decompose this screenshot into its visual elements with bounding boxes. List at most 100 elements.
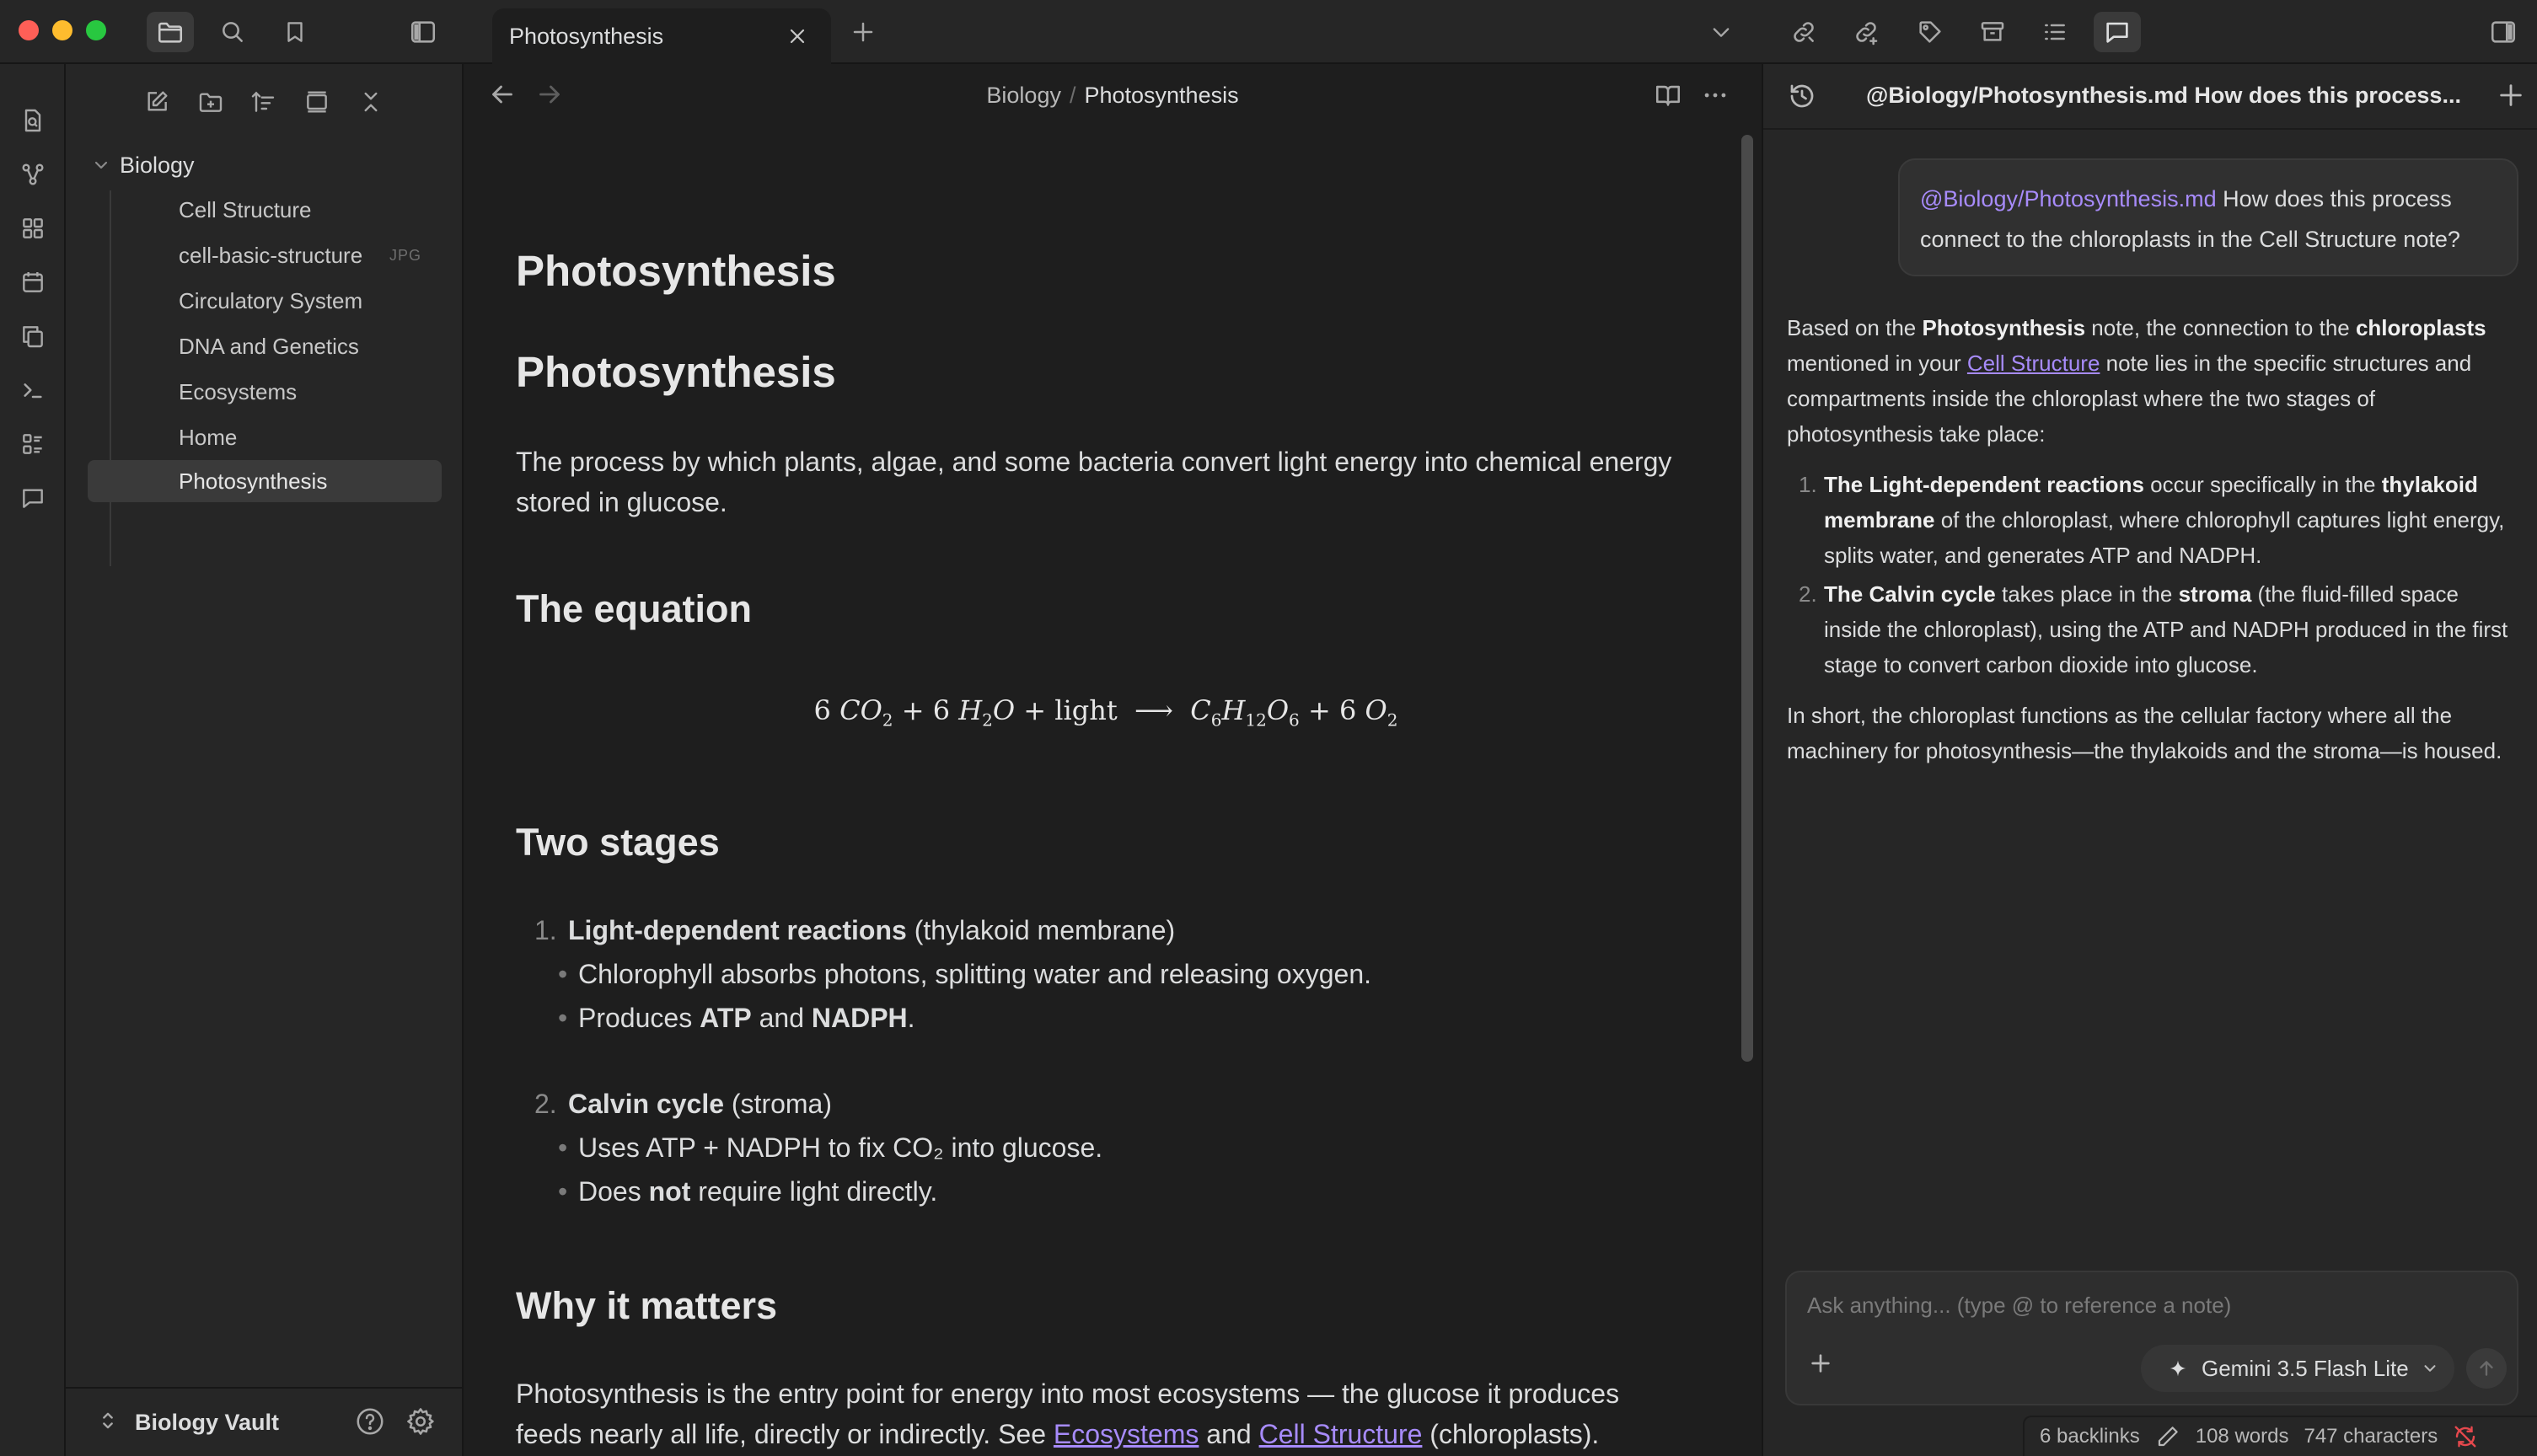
attach-button[interactable]	[1807, 1350, 1834, 1377]
chat-title: @Biology/Photosynthesis.md How does this…	[1866, 83, 2461, 108]
tab-list-dropdown[interactable]	[1698, 12, 1745, 52]
list-number: 1.	[534, 915, 557, 945]
editing-mode-button[interactable]	[2155, 1424, 2180, 1449]
maximize-window-button[interactable]	[86, 20, 106, 40]
help-button[interactable]	[354, 1405, 386, 1437]
file-name: cell-basic-structure	[179, 242, 363, 268]
pencil-icon	[2155, 1424, 2180, 1449]
plus-icon	[850, 19, 876, 45]
folder-icon	[156, 18, 185, 46]
file-item-dna-and-genetics[interactable]: DNA and Genetics	[88, 325, 442, 367]
file-item-cell-basic-structure[interactable]: cell-basic-structure JPG	[88, 234, 442, 276]
new-note-button[interactable]	[135, 81, 179, 123]
settings-button[interactable]	[405, 1405, 437, 1437]
backlinks-panel-button[interactable]	[1780, 12, 1827, 52]
outline-button[interactable]	[2031, 12, 2078, 52]
heading-two-stages: Two stages	[516, 821, 720, 864]
chevron-down-icon	[1709, 20, 1733, 44]
vault-name[interactable]: Biology Vault	[135, 1410, 279, 1436]
terminal-icon	[19, 377, 46, 404]
more-options-button[interactable]	[1701, 81, 1730, 110]
bookmarks-button[interactable]	[271, 12, 319, 52]
editor-scrollbar[interactable]	[1741, 135, 1753, 1062]
chat-panel: @Biology/Photosynthesis.md How does this…	[1762, 64, 2537, 1456]
file-item-home[interactable]: Home	[88, 416, 442, 458]
new-chat-button[interactable]	[2497, 81, 2525, 110]
tab-photosynthesis[interactable]: Photosynthesis	[492, 8, 831, 64]
collapse-panel-icon	[303, 88, 330, 115]
left-sidebar-toggle[interactable]	[400, 12, 447, 52]
file-item-photosynthesis[interactable]: Photosynthesis	[88, 460, 442, 502]
sort-icon	[249, 88, 276, 115]
close-window-button[interactable]	[19, 20, 39, 40]
close-icon	[787, 26, 807, 46]
minimize-window-button[interactable]	[52, 20, 72, 40]
ribbon-bases[interactable]	[12, 423, 54, 465]
new-tab-button[interactable]	[839, 12, 887, 52]
arrow-up-icon	[2475, 1357, 2497, 1379]
file-type-badge: JPG	[389, 246, 421, 264]
answer-paragraph: Based on the Photosynthesis note, the co…	[1787, 315, 2486, 447]
matters-paragraph: Photosynthesis is the entry point for en…	[516, 1378, 1620, 1449]
file-name: Ecosystems	[179, 378, 298, 404]
new-folder-button[interactable]	[189, 81, 233, 123]
edit-icon	[143, 88, 170, 115]
ribbon	[0, 64, 66, 1456]
title-bar: Photosynthesis	[0, 0, 2537, 64]
outgoing-links-button[interactable]	[1842, 12, 1890, 52]
file-explorer-toggle[interactable]	[147, 12, 194, 52]
reading-view-button[interactable]	[1654, 81, 1682, 110]
backlinks-count[interactable]: 6 backlinks	[2040, 1425, 2140, 1448]
file-item-ecosystems[interactable]: Ecosystems	[88, 371, 442, 413]
file-name: DNA and Genetics	[179, 333, 359, 359]
ribbon-graph-view[interactable]	[12, 153, 54, 195]
collapse-all-button[interactable]	[349, 81, 393, 123]
internal-link-ecosystems[interactable]: Ecosystems	[1054, 1419, 1199, 1449]
model-selector[interactable]: Gemini 3.5 Flash Lite	[2141, 1345, 2454, 1392]
search-button[interactable]	[209, 12, 256, 52]
word-count: 108 words	[2195, 1425, 2289, 1448]
breadcrumb-folder[interactable]: Biology	[986, 83, 1061, 108]
sync-status-button[interactable]	[2453, 1424, 2478, 1449]
chat-input-placeholder[interactable]: Ask anything... (type @ to reference a n…	[1807, 1293, 2231, 1319]
user-message: @Biology/Photosynthesis.md How does this…	[1898, 158, 2518, 276]
inline-title[interactable]: Photosynthesis	[516, 246, 836, 296]
sort-order-button[interactable]	[241, 81, 285, 123]
file-item-cell-structure[interactable]: Cell Structure	[88, 189, 442, 231]
tab-close-button[interactable]	[780, 19, 814, 53]
chevron-down-icon	[2421, 1359, 2439, 1378]
file-name: Cell Structure	[179, 196, 312, 222]
ribbon-daily-note[interactable]	[12, 261, 54, 303]
editor-header: Biology / Photosynthesis	[464, 64, 1762, 128]
heading-1: Photosynthesis	[516, 348, 836, 396]
archive-button[interactable]	[1969, 12, 2016, 52]
ribbon-templates[interactable]	[12, 315, 54, 357]
chat-input-box[interactable]: Ask anything... (type @ to reference a n…	[1785, 1271, 2518, 1405]
ribbon-open-quick-switcher[interactable]	[12, 99, 54, 142]
tags-button[interactable]	[1907, 12, 1954, 52]
list-item: Does not require light directly.	[578, 1176, 938, 1207]
auto-reveal-button[interactable]	[295, 81, 339, 123]
chevrons-up-down-icon	[96, 1407, 120, 1434]
copy-icon	[19, 323, 46, 350]
bullet-marker: •	[558, 1132, 568, 1163]
send-button[interactable]	[2466, 1348, 2507, 1389]
right-sidebar-toggle[interactable]	[2480, 12, 2527, 52]
internal-link-cell-structure[interactable]: Cell Structure	[1967, 351, 2100, 376]
note-mention[interactable]: @Biology/Photosynthesis.md	[1920, 186, 2217, 211]
chat-panel-button[interactable]	[2094, 12, 2141, 52]
ribbon-canvas[interactable]	[12, 207, 54, 249]
gear-icon	[405, 1405, 437, 1437]
stage-1-title: Light-dependent reactions (thylakoid mem…	[568, 915, 1176, 945]
internal-link-cell-structure[interactable]: Cell Structure	[1259, 1419, 1423, 1449]
file-item-circulatory-system[interactable]: Circulatory System	[88, 280, 442, 322]
vault-switcher-button[interactable]	[96, 1407, 120, 1434]
ribbon-chat[interactable]	[12, 477, 54, 519]
breadcrumb-note[interactable]: Photosynthesis	[1084, 83, 1238, 108]
editor-pane: Biology / Photosynthesis Photosynthesis Ph…	[464, 64, 1762, 1456]
chat-history-button[interactable]	[1787, 81, 1817, 111]
ribbon-command-palette[interactable]	[12, 369, 54, 411]
link-icon	[1790, 19, 1817, 46]
folder-biology[interactable]: Biology	[91, 145, 195, 185]
calendar-icon	[19, 269, 46, 296]
